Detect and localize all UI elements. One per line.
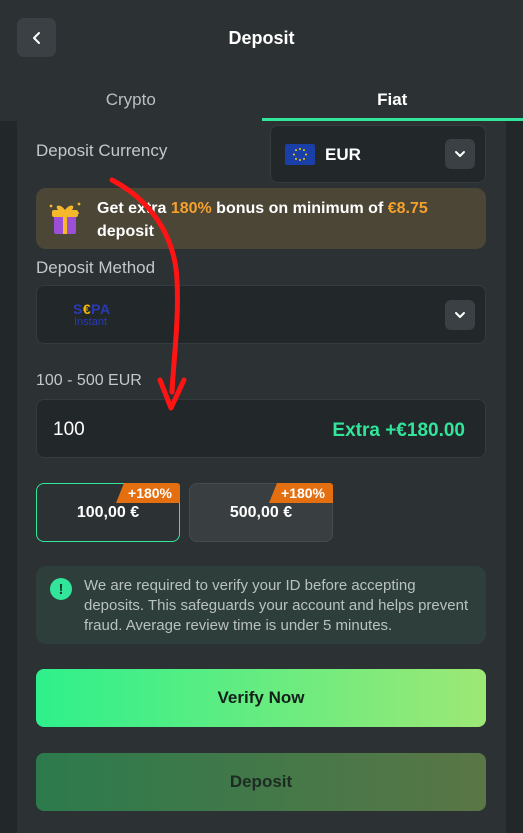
deposit-method-label: Deposit Method (36, 258, 156, 277)
exclamation-icon: ! (50, 578, 72, 600)
promo-minimum: €8.75 (387, 200, 428, 217)
header: Deposit (0, 0, 523, 78)
amount-range-label: 100 - 500 EUR (36, 372, 142, 389)
eu-flag-icon (285, 144, 315, 165)
currency-select[interactable]: EUR (270, 125, 486, 183)
currency-dropdown-toggle[interactable] (445, 139, 475, 169)
bonus-promo-banner: Get extra 180% bonus on minimum of €8.75… (36, 188, 486, 249)
tab-fiat[interactable]: Fiat (261, 78, 523, 121)
deposit-currency-label: Deposit Currency (36, 141, 168, 160)
preset-amount-100[interactable]: +180% 100,00 € (36, 483, 180, 542)
tab-crypto[interactable]: Crypto (0, 78, 262, 121)
chevron-down-icon (455, 312, 465, 318)
preset-amount-label: 500,00 € (229, 504, 293, 521)
promo-percent: 180% (170, 200, 212, 217)
currency-code: EUR (325, 145, 361, 164)
chevron-down-icon (455, 151, 465, 157)
verify-now-button[interactable]: Verify Now (36, 669, 486, 727)
amount-field[interactable]: Extra +€180.00 (36, 399, 486, 458)
amount-input[interactable] (53, 419, 253, 441)
extra-bonus-amount: Extra +€180.00 (332, 420, 465, 441)
bonus-badge: +180% (269, 483, 333, 503)
deposit-method-select[interactable]: S€PA Instant (36, 285, 486, 344)
tab-bar: Crypto Fiat (0, 78, 523, 121)
method-dropdown-toggle[interactable] (445, 300, 475, 330)
preset-amount-label: 100,00 € (76, 504, 140, 521)
verification-notice: ! We are required to verify your ID befo… (36, 566, 486, 644)
gift-icon (48, 200, 82, 236)
promo-text: Get extra 180% bonus on minimum of €8.75… (97, 200, 428, 240)
preset-amount-500[interactable]: +180% 500,00 € (189, 483, 333, 542)
notice-text: We are required to verify your ID before… (84, 577, 469, 634)
page-title: Deposit (228, 28, 295, 48)
bonus-badge: +180% (116, 483, 180, 503)
deposit-button[interactable]: Deposit (36, 753, 486, 811)
sepa-instant-logo: S€PA Instant (73, 301, 111, 328)
